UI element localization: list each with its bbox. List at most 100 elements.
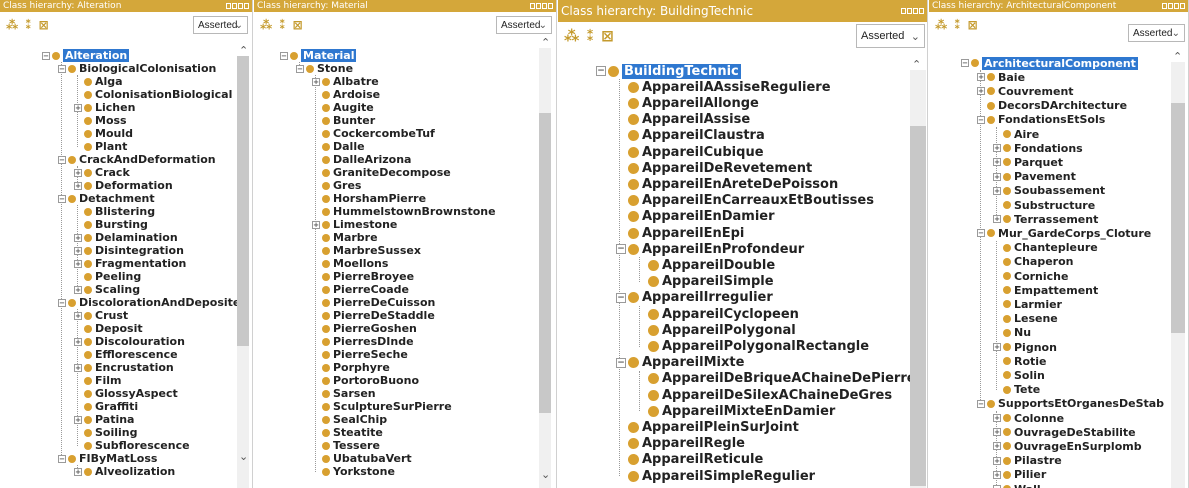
tree-node[interactable]: − ArchitecturalComponent: [961, 56, 1138, 70]
tree-node[interactable]: Chaperon: [1003, 255, 1073, 269]
tree-node[interactable]: Tete: [1003, 383, 1040, 397]
collapse-icon[interactable]: −: [296, 64, 304, 73]
tree-node[interactable]: − BiologicalColonisation: [58, 62, 216, 75]
scrollbar-thumb[interactable]: [539, 113, 551, 413]
tree-node[interactable]: Marbre: [322, 231, 378, 244]
add-subclass-icon[interactable]: ⁂: [6, 18, 18, 32]
expand-icon[interactable]: +: [74, 415, 82, 424]
collapse-icon[interactable]: −: [58, 155, 66, 164]
tree-node[interactable]: AppareilReticule: [628, 452, 763, 468]
tree-node[interactable]: + Lichen: [74, 101, 135, 114]
tree-node[interactable]: + OuvrageDeStabilite: [993, 425, 1136, 439]
tree-node[interactable]: AppareilDeSilexAChaineDeGres: [648, 387, 892, 403]
tree-node[interactable]: CockercombeTuf: [322, 127, 435, 140]
tree-node[interactable]: + Soubassement: [993, 184, 1105, 198]
tree-node[interactable]: + Delamination: [74, 231, 178, 244]
tree-node[interactable]: + Terrassement: [993, 212, 1098, 226]
tree-node[interactable]: −Wall: [993, 482, 1041, 488]
tree-node[interactable]: PierreSeche: [322, 348, 408, 361]
tree-node[interactable]: AppareilClaustra: [628, 128, 765, 144]
tree-node[interactable]: AppareilCubique: [628, 144, 764, 160]
tree-node[interactable]: + Albatre: [312, 75, 379, 88]
close-icon[interactable]: [919, 8, 924, 14]
tree-node[interactable]: Ardoise: [322, 88, 380, 101]
hierarchy-mode-select[interactable]: Asserted ⌄: [856, 24, 925, 48]
tree-node[interactable]: AppareilDeRevetement: [628, 160, 812, 176]
restore-icon[interactable]: [901, 8, 906, 14]
maximize-icon[interactable]: [913, 8, 918, 14]
tree-node[interactable]: − AppareilIrregulier: [616, 290, 773, 306]
expand-icon[interactable]: +: [74, 103, 82, 112]
tree-node[interactable]: Peeling: [84, 270, 141, 283]
tree-node[interactable]: PierreCoade: [322, 283, 409, 296]
tree-node[interactable]: + Couvrement: [977, 84, 1074, 98]
tree-node[interactable]: + Deformation: [74, 179, 173, 192]
tree-node[interactable]: − CrackAndDeformation: [58, 153, 216, 166]
close-icon[interactable]: [1180, 3, 1185, 9]
tree-node[interactable]: PierreDeStaddle: [322, 309, 435, 322]
collapse-icon[interactable]: −: [58, 194, 66, 203]
restore-icon[interactable]: [226, 3, 231, 9]
tree-node[interactable]: AppareilEnCarreauxEtBoutisses: [628, 193, 874, 209]
minimize-icon[interactable]: [1168, 3, 1173, 9]
tree-node[interactable]: Gres: [322, 179, 361, 192]
tree-node[interactable]: Bursting: [84, 218, 148, 231]
add-sibling-icon[interactable]: ⁑: [25, 18, 31, 32]
tree-node[interactable]: Augite: [322, 101, 374, 114]
tree-node[interactable]: AppareilPleinSurJoint: [628, 419, 799, 435]
tree-node[interactable]: − Detachment: [58, 192, 155, 205]
scroll-up-icon[interactable]: ⌃: [239, 44, 248, 57]
expand-icon[interactable]: +: [993, 414, 1001, 423]
tree-node[interactable]: AppareilEnDamier: [628, 209, 775, 225]
expand-icon[interactable]: +: [993, 186, 1001, 195]
expand-icon[interactable]: +: [74, 246, 82, 255]
tree-node[interactable]: + Parquet: [993, 155, 1063, 169]
tree-node[interactable]: Mould: [84, 127, 133, 140]
add-sibling-icon[interactable]: ⁑: [279, 18, 285, 32]
tree-node[interactable]: PierreBroyee: [322, 270, 414, 283]
maximize-icon[interactable]: [1174, 3, 1179, 9]
tree-node[interactable]: Bunter: [322, 114, 375, 127]
tree-node[interactable]: + Pignon: [993, 340, 1057, 354]
tree-node[interactable]: − DiscolorationAndDeposite: [58, 296, 240, 309]
tree-node[interactable]: AppareilCyclopeen: [648, 306, 799, 322]
tree-node[interactable]: SculptureSurPierre: [322, 400, 452, 413]
expand-icon[interactable]: +: [74, 181, 82, 190]
tree-node[interactable]: Dalle: [322, 140, 365, 153]
tree-node[interactable]: DecorsDArchitecture: [987, 99, 1127, 113]
add-sibling-icon[interactable]: ⁑: [954, 18, 960, 32]
tree-node[interactable]: + Discolouration: [74, 335, 185, 348]
maximize-icon[interactable]: [542, 3, 547, 9]
tree-node[interactable]: + Colonne: [993, 411, 1064, 425]
tree-node[interactable]: PierreGoshen: [322, 322, 417, 335]
add-subclass-icon[interactable]: ⁂: [260, 18, 272, 32]
hierarchy-mode-select[interactable]: Asserted ⌄: [193, 16, 248, 34]
tree-node[interactable]: HorshamPierre: [322, 192, 426, 205]
delete-class-icon[interactable]: ⊠: [39, 18, 49, 32]
tree-node[interactable]: + Limestone: [312, 218, 397, 231]
tree-node[interactable]: AppareilSimpleRegulier: [628, 468, 815, 484]
expand-icon[interactable]: +: [74, 311, 82, 320]
expand-icon[interactable]: +: [74, 259, 82, 268]
scroll-down-icon[interactable]: ⌄: [541, 468, 550, 481]
tree-node[interactable]: + Crack: [74, 166, 130, 179]
tree-node[interactable]: − SupportsEtOrganesDeStab: [977, 397, 1164, 411]
window-controls[interactable]: [226, 3, 252, 9]
scrollbar-thumb[interactable]: [237, 56, 249, 346]
tree-node[interactable]: Empattement: [1003, 283, 1098, 297]
tree-node[interactable]: Plant: [84, 140, 127, 153]
tree-node[interactable]: PierreDeCuisson: [322, 296, 435, 309]
expand-icon[interactable]: +: [74, 285, 82, 294]
expand-icon[interactable]: +: [993, 470, 1001, 479]
tree-node[interactable]: − AppareilMixte: [616, 355, 744, 371]
tree-node[interactable]: − FondationsEtSols: [977, 113, 1105, 127]
expand-icon[interactable]: +: [74, 467, 82, 476]
hierarchy-mode-select[interactable]: Asserted ⌄: [1128, 24, 1185, 42]
maximize-icon[interactable]: [238, 3, 243, 9]
tree-node[interactable]: − AppareilEnProfondeur: [616, 241, 804, 257]
window-controls[interactable]: [901, 8, 927, 14]
scrollbar-thumb[interactable]: [910, 126, 926, 486]
expand-icon[interactable]: +: [74, 233, 82, 242]
collapse-icon[interactable]: −: [977, 399, 985, 408]
restore-icon[interactable]: [530, 3, 535, 9]
